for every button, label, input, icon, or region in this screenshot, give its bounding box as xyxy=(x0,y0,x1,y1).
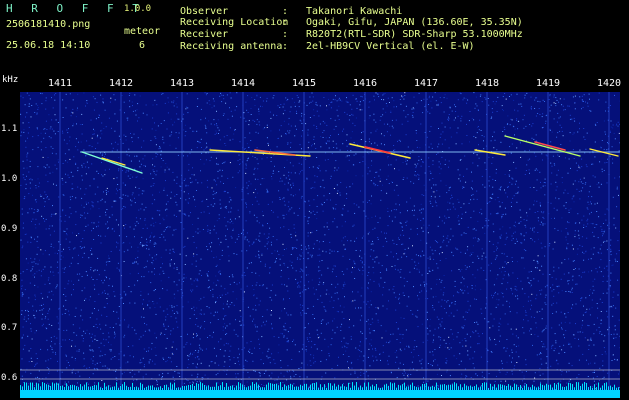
hrofft-spectrogram-window: H R O F F T 1.0.0 2506181410.png meteor … xyxy=(0,0,629,400)
x-tick: 1420 xyxy=(596,78,622,89)
location-label: Receiving Location xyxy=(180,17,289,28)
y-tick: 0.9 xyxy=(1,224,18,234)
x-tick: 1413 xyxy=(169,78,195,89)
antenna-value: 2el-HB9CV Vertical (el. E-W) xyxy=(306,41,475,52)
observer-colon: : xyxy=(282,6,289,17)
location-colon: : xyxy=(282,17,289,28)
observer-value: Takanori Kawachi xyxy=(306,6,403,17)
spectrogram-plot xyxy=(20,92,620,398)
location-value: Ogaki, Gifu, JAPAN (136.60E, 35.35N) xyxy=(306,17,523,28)
x-tick: 1415 xyxy=(291,78,317,89)
y-tick: 0.7 xyxy=(1,323,18,333)
x-axis-ticks: 1411 1412 1413 1414 1415 1416 1417 1418 … xyxy=(20,76,622,92)
meteor-count: 6 xyxy=(139,40,146,51)
antenna-colon: : xyxy=(282,41,289,52)
date-time: 25.06.18 14:10 xyxy=(6,40,91,51)
app-version: 1.0.0 xyxy=(124,4,152,14)
receiver-value: R820T2(RTL-SDR) SDR-Sharp 53.1000MHz xyxy=(306,29,523,40)
y-axis-unit: kHz xyxy=(2,75,19,85)
x-tick: 1417 xyxy=(413,78,439,89)
receiver-label: Receiver xyxy=(180,29,229,40)
y-tick: 0.6 xyxy=(1,373,18,383)
x-tick: 1414 xyxy=(230,78,256,89)
x-tick: 1418 xyxy=(474,78,500,89)
y-tick: 1.1 xyxy=(1,124,18,134)
spectrogram-background xyxy=(20,92,620,398)
observer-label: Observer xyxy=(180,6,229,17)
y-tick: 0.8 xyxy=(1,274,18,284)
x-tick: 1412 xyxy=(108,78,134,89)
y-tick: 1.0 xyxy=(1,174,18,184)
file-name: 2506181410.png xyxy=(6,19,91,30)
x-tick: 1416 xyxy=(352,78,378,89)
meteor-label: meteor xyxy=(124,26,161,37)
x-tick: 1419 xyxy=(535,78,561,89)
receiver-colon: : xyxy=(282,29,289,40)
antenna-label: Receiving antenna xyxy=(180,41,283,52)
x-tick: 1411 xyxy=(47,78,73,89)
